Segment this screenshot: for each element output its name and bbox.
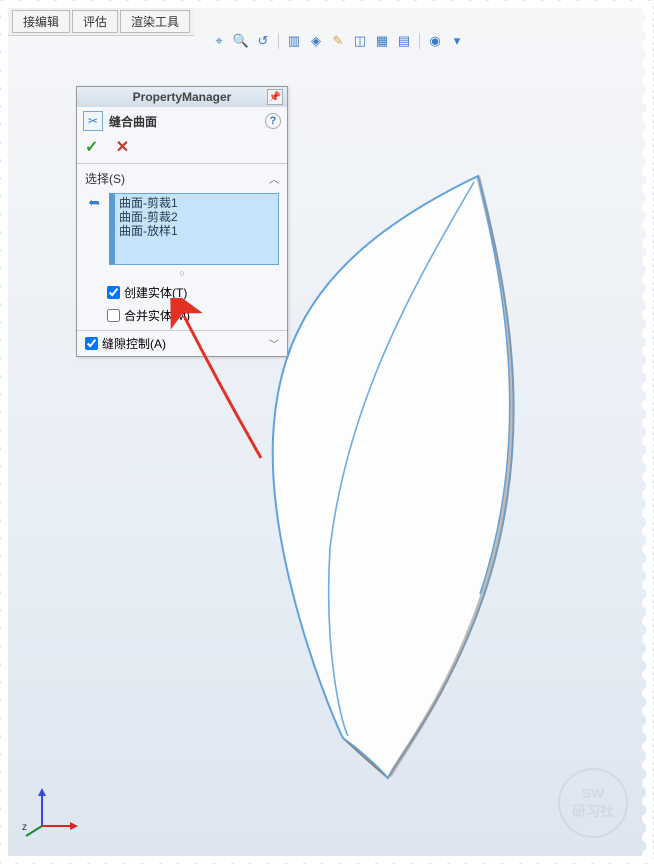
hide-show-icon[interactable]: ◫ <box>351 32 369 50</box>
gap-control-checkbox[interactable] <box>85 337 98 350</box>
faces-icon[interactable]: ➦ <box>85 193 103 211</box>
chevron-down-icon[interactable]: ▾ <box>448 32 466 50</box>
zoom-area-icon[interactable]: 🔍 <box>232 32 250 50</box>
list-item[interactable]: 曲面-放样1 <box>119 224 274 238</box>
feature-name: 缝合曲面 <box>109 113 265 130</box>
collapse-icon[interactable]: ︿ <box>269 171 279 186</box>
view-setting-icon[interactable]: ◉ <box>426 32 444 50</box>
pin-icon[interactable]: 📌 <box>267 89 283 105</box>
command-tabs: 接编辑 评估 渲染工具 <box>8 8 194 36</box>
scene-icon[interactable]: ▤ <box>395 32 413 50</box>
orientation-triad[interactable]: z <box>22 782 82 842</box>
merge-bodies-checkbox[interactable] <box>107 309 120 322</box>
section-select-label: 选择(S) <box>85 170 125 187</box>
svg-text:z: z <box>22 822 27 833</box>
pm-title: PropertyManager 📌 <box>77 87 287 107</box>
orient-view-icon[interactable]: ◈ <box>307 32 325 50</box>
section-view-icon[interactable]: ▥ <box>285 32 303 50</box>
appearance-icon[interactable]: ▦ <box>373 32 391 50</box>
create-solid-checkbox[interactable] <box>107 286 120 299</box>
display-style-icon[interactable]: ✎ <box>329 32 347 50</box>
pm-title-label: PropertyManager <box>133 90 232 104</box>
list-item[interactable]: 曲面-剪裁1 <box>119 196 274 210</box>
prev-view-icon[interactable]: ↺ <box>254 32 272 50</box>
separator <box>278 33 279 49</box>
zoom-fit-icon[interactable]: ⌖ <box>210 32 228 50</box>
separator <box>419 33 420 49</box>
expand-icon[interactable]: ﹀ <box>269 336 279 351</box>
tab-direct-edit[interactable]: 接编辑 <box>12 10 70 33</box>
cancel-button[interactable]: ✕ <box>114 139 131 156</box>
help-icon[interactable]: ? <box>265 113 281 129</box>
selection-list[interactable]: 曲面-剪裁1 曲面-剪裁2 曲面-放样1 <box>109 193 279 265</box>
create-solid-label: 创建实体(T) <box>124 284 187 301</box>
tab-render-tools[interactable]: 渲染工具 <box>120 10 190 33</box>
resize-grip[interactable]: ○ <box>85 268 279 278</box>
tab-evaluate[interactable]: 评估 <box>72 10 118 33</box>
gap-control-label: 缝隙控制(A) <box>102 335 166 352</box>
merge-bodies-label: 合并实体(M) <box>124 307 190 324</box>
knit-surface-icon: ✂ <box>83 111 103 131</box>
ok-button[interactable]: ✓ <box>83 139 100 156</box>
list-item[interactable]: 曲面-剪裁2 <box>119 210 274 224</box>
heads-up-toolbar: ⌖ 🔍 ↺ ▥ ◈ ✎ ◫ ▦ ▤ ◉ ▾ <box>208 30 468 52</box>
property-manager-panel: PropertyManager 📌 ✂ 缝合曲面 ? ✓ ✕ 选择(S) ︿ ➦… <box>76 86 288 357</box>
watermark: SW 研习社 <box>558 768 628 838</box>
